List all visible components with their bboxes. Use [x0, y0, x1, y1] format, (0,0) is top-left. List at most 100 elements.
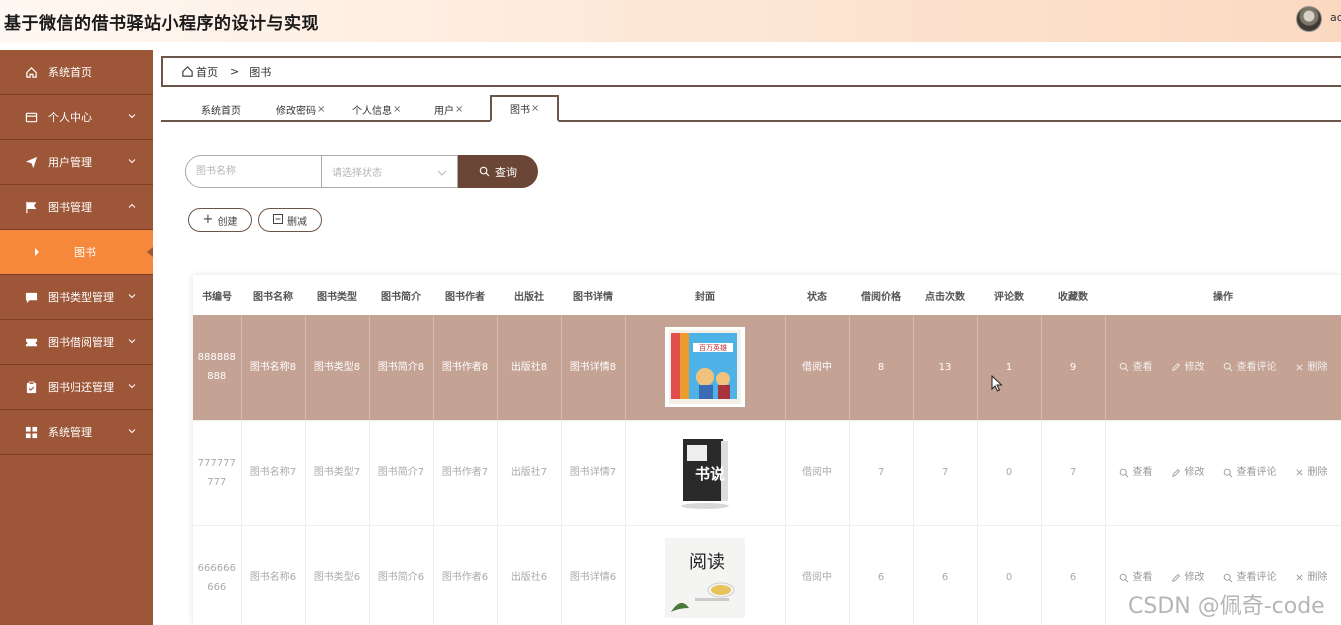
- tab-label: 图书: [510, 105, 530, 116]
- tab-label: 系统首页: [201, 105, 241, 117]
- column-header[interactable]: 出版社: [497, 275, 561, 315]
- minus-box-icon: [273, 214, 283, 226]
- top-header: 基于微信的借书驿站小程序的设计与实现 ac: [0, 0, 1341, 42]
- close-icon[interactable]: ×: [455, 104, 463, 115]
- chevron-up-icon: [128, 203, 136, 208]
- tab-books[interactable]: 图书 ×: [490, 95, 560, 122]
- sidebar-item-label: 图书: [74, 246, 96, 259]
- query-button-label: 查询: [495, 165, 517, 179]
- book-cover-image[interactable]: 阅读: [665, 537, 745, 618]
- status-select[interactable]: 请选择状态: [322, 155, 458, 188]
- chevron-down-icon: [437, 170, 447, 176]
- cell-book-detail: 图书详情6: [561, 525, 626, 625]
- delete-row-button[interactable]: 删除: [1295, 358, 1328, 377]
- table-row[interactable]: 888888888 图书名称8 图书类型8 图书简介8 图书作者8 出版社8 图…: [193, 315, 1341, 421]
- view-comments-button[interactable]: 查看评论: [1223, 463, 1277, 482]
- search-icon: [1119, 362, 1129, 372]
- sidebar-item-book-types[interactable]: 图书类型管理: [0, 275, 153, 320]
- close-icon: [1295, 363, 1304, 372]
- view-comments-label: 查看评论: [1236, 467, 1277, 478]
- table-row[interactable]: 777777777 图书名称7 图书类型7 图书简介7 图书作者7 出版社7 图…: [193, 420, 1341, 526]
- search-icon: [1223, 468, 1233, 478]
- user-name[interactable]: ac: [1330, 11, 1341, 24]
- create-button[interactable]: + 创建: [188, 208, 252, 232]
- column-header[interactable]: 图书类型: [305, 275, 369, 315]
- book-name-input[interactable]: [185, 155, 322, 188]
- tab-change-password[interactable]: 修改密码 ×: [276, 98, 325, 120]
- cell-actions: 查看 修改 查看评论 删除: [1105, 315, 1341, 421]
- mouse-cursor-icon: [991, 375, 1003, 392]
- chat-icon: [24, 290, 38, 304]
- sidebar-item-books[interactable]: 图书: [0, 230, 153, 275]
- breadcrumb: 首页 > 图书: [161, 56, 1341, 87]
- plus-icon: +: [202, 212, 214, 227]
- close-icon[interactable]: ×: [393, 104, 401, 115]
- cell-publisher: 出版社8: [497, 315, 562, 421]
- cell-book-no: 888888888: [193, 315, 242, 421]
- sidebar-item-home[interactable]: 系统首页: [0, 50, 153, 95]
- books-table: 书编号 图书名称 图书类型 图书简介 图书作者 出版社 图书详情 封面 状态 借…: [193, 275, 1341, 625]
- tab-label: 修改密码: [276, 105, 316, 117]
- sidebar-item-label: 用户管理: [48, 156, 92, 169]
- sidebar-item-users[interactable]: 用户管理: [0, 140, 153, 185]
- cell-comments: 1: [977, 315, 1042, 421]
- cover-title: 阅读: [689, 552, 725, 573]
- search-icon: [479, 166, 490, 177]
- column-header: 操作: [1105, 275, 1341, 315]
- sidebar-item-return[interactable]: 图书归还管理: [0, 365, 153, 410]
- column-header[interactable]: 借阅价格: [849, 275, 913, 315]
- edit-label: 修改: [1184, 572, 1205, 583]
- column-header[interactable]: 点击次数: [913, 275, 977, 315]
- view-comments-button[interactable]: 查看评论: [1223, 568, 1277, 587]
- sidebar-item-label: 图书管理: [48, 201, 92, 214]
- edit-button[interactable]: 修改: [1171, 568, 1205, 587]
- cell-cover: 阅读: [625, 525, 786, 625]
- query-button[interactable]: 查询: [458, 155, 538, 188]
- tab-users[interactable]: 用户 ×: [434, 98, 463, 120]
- clipboard-icon: [24, 380, 38, 394]
- pencil-icon: [1171, 468, 1181, 478]
- column-header[interactable]: 图书作者: [433, 275, 497, 315]
- column-header[interactable]: 图书简介: [369, 275, 433, 315]
- book-cover-image[interactable]: 百万英雄: [665, 327, 745, 408]
- column-header[interactable]: 评论数: [977, 275, 1041, 315]
- column-header[interactable]: 收藏数: [1041, 275, 1105, 315]
- column-header[interactable]: 图书详情: [561, 275, 625, 315]
- delete-button[interactable]: 删减: [258, 208, 322, 232]
- sidebar-item-label: 系统首页: [48, 66, 92, 79]
- view-button[interactable]: 查看: [1119, 568, 1153, 587]
- cell-book-intro: 图书简介8: [369, 315, 434, 421]
- cell-comments: 0: [977, 420, 1042, 526]
- column-header[interactable]: 图书名称: [241, 275, 305, 315]
- user-avatar[interactable]: [1296, 6, 1322, 32]
- column-header[interactable]: 状态: [785, 275, 849, 315]
- cell-clicks: 6: [913, 525, 978, 625]
- sidebar-item-books-manage[interactable]: 图书管理: [0, 185, 153, 230]
- sidebar-item-borrow[interactable]: 图书借阅管理: [0, 320, 153, 365]
- cell-book-detail: 图书详情8: [561, 315, 626, 421]
- sidebar-item-profile[interactable]: 个人中心: [0, 95, 153, 140]
- tab-personal-info[interactable]: 个人信息 ×: [352, 98, 401, 120]
- cell-book-intro: 图书简介7: [369, 420, 434, 526]
- view-button[interactable]: 查看: [1119, 463, 1153, 482]
- cell-comments: 0: [977, 525, 1042, 625]
- edit-button[interactable]: 修改: [1171, 463, 1205, 482]
- close-icon[interactable]: ×: [317, 104, 325, 115]
- pencil-icon: [1171, 362, 1181, 372]
- view-button[interactable]: 查看: [1119, 358, 1153, 377]
- close-icon[interactable]: ×: [531, 103, 539, 114]
- tab-home[interactable]: 系统首页: [201, 98, 241, 120]
- cell-price: 6: [849, 525, 914, 625]
- breadcrumb-home[interactable]: 首页: [181, 64, 218, 80]
- delete-row-button[interactable]: 删除: [1295, 568, 1328, 587]
- column-header[interactable]: 封面: [625, 275, 785, 315]
- sidebar-item-label: 系统管理: [48, 426, 92, 439]
- view-comments-button[interactable]: 查看评论: [1223, 358, 1277, 377]
- cell-book-author: 图书作者6: [433, 525, 498, 625]
- book-cover-image[interactable]: 书说: [665, 432, 745, 513]
- view-label: 查看: [1132, 467, 1153, 478]
- delete-row-button[interactable]: 删除: [1295, 463, 1328, 482]
- sidebar-item-system[interactable]: 系统管理: [0, 410, 153, 455]
- edit-button[interactable]: 修改: [1171, 358, 1205, 377]
- column-header[interactable]: 书编号: [193, 275, 241, 315]
